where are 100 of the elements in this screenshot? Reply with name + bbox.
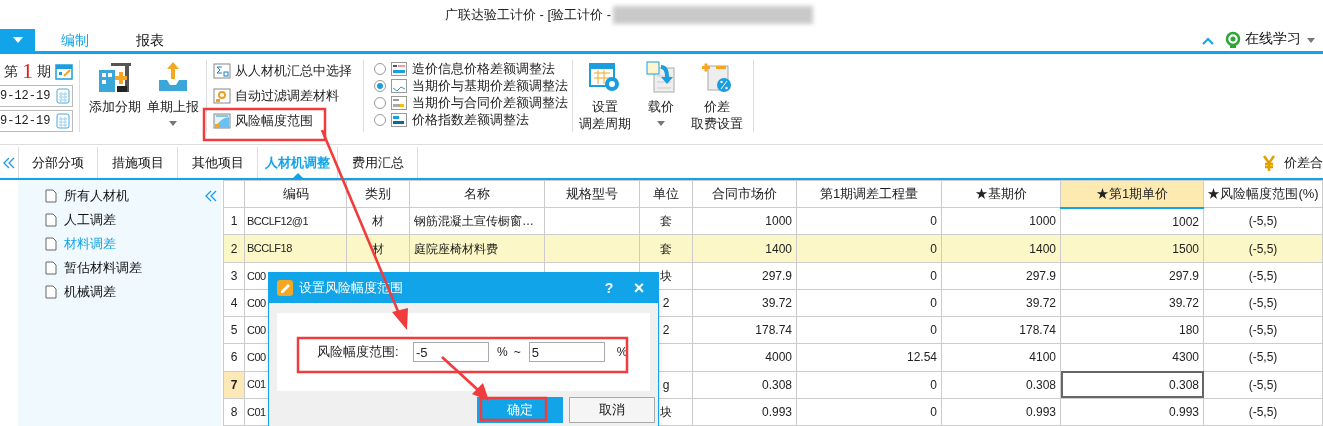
period-label: 期 [37, 61, 51, 81]
row-number: 8 [223, 398, 245, 426]
method-option[interactable]: 价格指数差额调整法 [374, 111, 568, 128]
table-cell: (-5,5) [1203, 316, 1323, 344]
caret-icon [169, 121, 177, 126]
table-cell: 0 [796, 207, 942, 235]
ribbon-command[interactable]: 自动过滤调差材料 [213, 85, 359, 106]
table-cell: BCCLF18 [244, 234, 347, 263]
sidebar-item[interactable]: 人工调差 [63, 210, 116, 230]
date-field[interactable]: 9-12-19 [0, 110, 73, 132]
row-number: 4 [223, 289, 245, 317]
radio-button[interactable] [374, 62, 386, 75]
building-crane-icon [97, 60, 133, 94]
headset-icon [1224, 31, 1242, 49]
calendar-icon[interactable] [56, 88, 70, 104]
table-cell: 0 [796, 289, 942, 317]
document-icon [44, 285, 57, 299]
row-number: 2 [223, 234, 245, 263]
ribbon-command[interactable]: 风险幅度范围 [213, 110, 359, 131]
table-cell: 39.72 [692, 289, 797, 317]
period-label: 第 [4, 61, 18, 81]
table-cell: 0.308 [1060, 371, 1204, 399]
tab[interactable]: 分部分项 [18, 147, 98, 178]
tilde-label: ~ [513, 344, 521, 361]
collapse-ribbon-icon[interactable] [1202, 37, 1214, 45]
gear-icon [213, 87, 231, 104]
column-header[interactable]: 名称 [409, 180, 545, 208]
table-cell: 4100 [941, 343, 1061, 372]
table-cell: 套 [639, 234, 693, 263]
method-option[interactable]: 当期价与基期价差额调整法 [374, 77, 568, 94]
column-header[interactable]: ★风险幅度范围(%) [1203, 180, 1323, 208]
table-cell: (-5,5) [1203, 234, 1323, 263]
calendar-icon[interactable] [55, 62, 73, 80]
method-option[interactable]: 造价信息价格差额调整法 [374, 60, 568, 77]
ribbon-button[interactable]: 单期上报 [144, 60, 202, 126]
ribbon-button[interactable]: 添加分期 [86, 60, 144, 115]
radio-button[interactable] [374, 113, 386, 126]
column-header[interactable]: 单位 [639, 180, 693, 208]
caret-icon [12, 37, 23, 43]
calendar-gear-icon [588, 60, 622, 94]
column-header[interactable]: ★基期价 [941, 180, 1061, 208]
table-cell: 0 [796, 371, 942, 399]
collapse-panel-icon[interactable] [203, 190, 218, 202]
table-cell: 0.993 [1060, 398, 1204, 426]
sidebar-item[interactable]: 机械调差 [63, 282, 116, 302]
period-number: 1 [22, 60, 33, 82]
dialog-button[interactable]: 取消 [569, 397, 655, 423]
app-menu-button[interactable] [0, 29, 35, 51]
document-icon [44, 261, 57, 275]
method-option[interactable]: 当期价与合同价差额调整法 [374, 94, 568, 111]
table-cell: 180 [1060, 316, 1204, 344]
ribbon-button[interactable]: 载价 [635, 60, 687, 126]
input-field[interactable]: 5 [528, 342, 605, 362]
table-cell: 1400 [692, 234, 797, 263]
input-field[interactable]: -5 [413, 342, 489, 362]
table-cell: 0.993 [941, 398, 1061, 426]
table-cell: (-5,5) [1203, 207, 1323, 235]
column-header[interactable]: 合同市场价 [692, 180, 797, 208]
row-number: 5 [223, 316, 245, 344]
row-number: 7 [223, 371, 245, 399]
ribbon-command[interactable]: 从人材机汇总中选择 [213, 60, 359, 81]
bar-lines-icon [391, 95, 407, 110]
menu-tab[interactable]: 报表 [115, 29, 185, 51]
caret-icon [1307, 38, 1315, 43]
sidebar-item[interactable]: 所有人材机 [63, 186, 129, 206]
table-cell: (-5,5) [1203, 398, 1323, 426]
calendar-icon[interactable] [56, 113, 70, 129]
online-learning-link[interactable]: 在线学习 [1245, 28, 1301, 49]
bar-lines-icon [391, 112, 407, 127]
column-header[interactable]: 类别 [346, 180, 410, 208]
column-header[interactable]: 编码 [244, 180, 347, 208]
table-cell: 1000 [692, 207, 797, 235]
column-header[interactable]: ★第1期单价 [1060, 180, 1204, 208]
yen-icon [1262, 153, 1276, 172]
table-cell: (-5,5) [1203, 371, 1323, 399]
tab[interactable]: 措施项目 [98, 147, 178, 178]
table-cell: 钢筋混凝土宣传橱窗… [409, 207, 545, 235]
table-cell: 0.308 [941, 371, 1061, 399]
bar-lines-icon [391, 61, 407, 76]
row-number: 6 [223, 343, 245, 372]
radio-button[interactable] [374, 96, 386, 109]
table-cell: 0 [796, 234, 942, 263]
table-cell: 39.72 [941, 289, 1061, 317]
table-cell: 297.9 [941, 262, 1061, 290]
radio-button[interactable] [374, 79, 386, 92]
table-cell: 0.993 [692, 398, 797, 426]
ribbon-button[interactable]: 价差 取费设置 [691, 60, 743, 132]
percent-label: % [497, 344, 508, 361]
price-load-icon [644, 60, 678, 94]
table-cell: 12.54 [796, 343, 942, 372]
column-header[interactable]: 第1期调差工程量 [796, 180, 942, 208]
column-header[interactable]: 规格型号 [544, 180, 640, 208]
table-cell: 0.308 [692, 371, 797, 399]
date-field[interactable]: 9-12-19 [0, 85, 73, 107]
table-cell: 297.9 [692, 262, 797, 290]
sidebar-item[interactable]: 暂估材料调差 [63, 258, 142, 278]
ribbon-button[interactable]: 设置 调差周期 [579, 60, 631, 132]
tab[interactable]: 其他项目 [178, 147, 258, 178]
window-title: 广联达验工计价 - [验工计价 - [445, 6, 612, 25]
table-cell: 178.74 [692, 316, 797, 344]
